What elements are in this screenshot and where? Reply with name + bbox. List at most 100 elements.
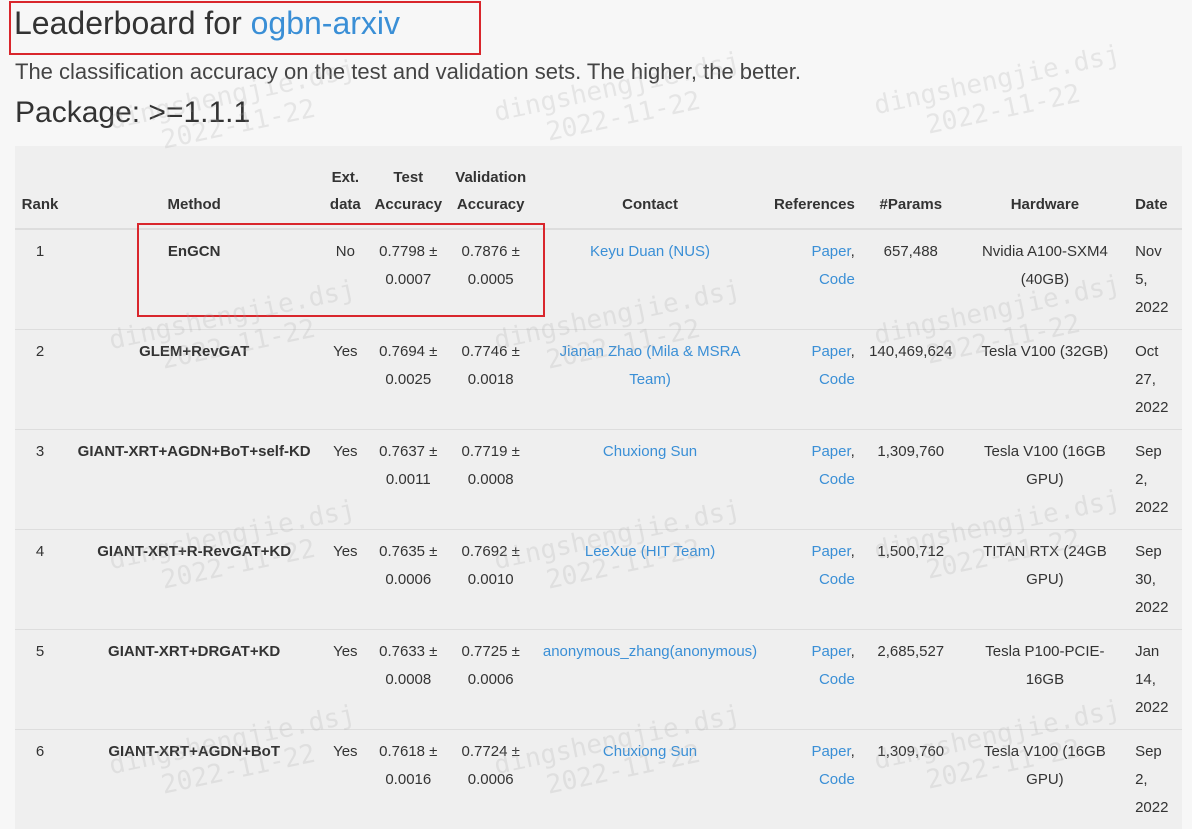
date-cell: Sep 2, 2022 [1129, 428, 1182, 529]
rank-cell: 6 [15, 728, 65, 829]
references-cell: Paper, Code [767, 528, 861, 629]
table-row: 2 GLEM+RevGAT Yes 0.7694 ±0.0025 0.7746 … [15, 328, 1182, 429]
package-version: Package: >=1.1.1 [15, 96, 251, 129]
rank-cell: 3 [15, 428, 65, 529]
hardware-cell: Nvidia A100-SXM4 (40GB) [960, 228, 1130, 329]
validation-accuracy-cell: 0.7724 ±0.0006 [449, 728, 533, 829]
test-accuracy-cell: 0.7618 ±0.0016 [367, 728, 450, 829]
date-cell: Sep 2, 2022 [1129, 728, 1182, 829]
contact-link[interactable]: Keyu Duan (NUS) [590, 243, 710, 260]
code-link[interactable]: Code [819, 471, 855, 488]
date-cell: Jan 14, 2022 [1129, 628, 1182, 729]
method-cell: GIANT-XRT+DRGAT+KD [64, 628, 324, 729]
params-cell: 1,309,760 [860, 428, 961, 529]
validation-accuracy-cell: 0.7746 ±0.0018 [449, 328, 533, 429]
contact-cell: Jianan Zhao (Mila & MSRA Team) [532, 328, 768, 429]
contact-cell: LeeXue (HIT Team) [532, 528, 768, 629]
method-cell: GLEM+RevGAT [64, 328, 324, 429]
validation-accuracy-cell: 0.7719 ±0.0008 [449, 428, 533, 529]
params-cell: 2,685,527 [860, 628, 961, 729]
method-cell: GIANT-XRT+R-RevGAT+KD [64, 528, 324, 629]
date-cell: Nov 5, 2022 [1129, 228, 1182, 329]
paper-link[interactable]: Paper [811, 643, 850, 660]
references-cell: Paper, Code [767, 428, 861, 529]
contact-link[interactable]: LeeXue (HIT Team) [585, 543, 715, 560]
contact-link[interactable]: Jianan Zhao (Mila & MSRA Team) [560, 343, 741, 388]
params-cell: 657,488 [860, 228, 961, 329]
hardware-cell: Tesla V100 (32GB) [960, 328, 1130, 429]
rank-cell: 5 [15, 628, 65, 729]
validation-accuracy-cell: 0.7725 ±0.0006 [449, 628, 533, 729]
ext-data-cell: Yes [323, 728, 368, 829]
code-link[interactable]: Code [819, 671, 855, 688]
code-link[interactable]: Code [819, 271, 855, 288]
table-row: 4 GIANT-XRT+R-RevGAT+KD Yes 0.7635 ±0.00… [15, 528, 1182, 629]
references-cell: Paper, Code [767, 728, 861, 829]
params-cell: 140,469,624 [860, 328, 961, 429]
hardware-cell: TITAN RTX (24GB GPU) [960, 528, 1130, 629]
paper-link[interactable]: Paper [811, 743, 850, 760]
contact-link[interactable]: Chuxiong Sun [603, 743, 697, 760]
method-cell: GIANT-XRT+AGDN+BoT [64, 728, 324, 829]
paper-link[interactable]: Paper [811, 343, 850, 360]
ext-data-cell: Yes [323, 528, 368, 629]
table-row: 3 GIANT-XRT+AGDN+BoT+self-KD Yes 0.7637 … [15, 428, 1182, 529]
code-link[interactable]: Code [819, 771, 855, 788]
contact-link[interactable]: Chuxiong Sun [603, 443, 697, 460]
ext-data-cell: No [323, 228, 368, 329]
test-accuracy-cell: 0.7694 ±0.0025 [367, 328, 450, 429]
test-accuracy-cell: 0.7633 ±0.0008 [367, 628, 450, 729]
contact-cell: Keyu Duan (NUS) [532, 228, 768, 329]
method-cell: GIANT-XRT+AGDN+BoT+self-KD [64, 428, 324, 529]
col-validation-accuracy: Validation Accuracy [449, 146, 533, 230]
code-link[interactable]: Code [819, 371, 855, 388]
col-hardware: Hardware [960, 146, 1130, 230]
table-row: 5 GIANT-XRT+DRGAT+KD Yes 0.7633 ±0.0008 … [15, 628, 1182, 729]
col-test-accuracy: Test Accuracy [367, 146, 450, 230]
hardware-cell: Tesla P100-PCIE-16GB [960, 628, 1130, 729]
test-accuracy-cell: 0.7798 ±0.0007 [367, 228, 450, 329]
paper-link[interactable]: Paper [811, 443, 850, 460]
watermark: dingshengjie.dsj 2022-11-22 [871, 39, 1123, 141]
col-rank: Rank [15, 146, 65, 230]
table-header-row: Rank Method Ext. data Test Accuracy Valida… [15, 146, 1182, 230]
references-cell: Paper, Code [767, 228, 861, 329]
code-link[interactable]: Code [819, 571, 855, 588]
method-cell: EnGCN [64, 228, 324, 329]
col-contact: Contact [532, 146, 768, 230]
leaderboard-table: Rank Method Ext. data Test Accuracy Valida… [15, 146, 1182, 829]
test-accuracy-cell: 0.7635 ±0.0006 [367, 528, 450, 629]
col-params: #Params [860, 146, 961, 230]
references-cell: Paper, Code [767, 628, 861, 729]
col-method: Method [64, 146, 324, 230]
contact-link[interactable]: anonymous_zhang(anonymous) [543, 643, 757, 660]
title-highlight-box [9, 1, 481, 55]
table-row: 1 EnGCN No 0.7798 ±0.0007 0.7876 ±0.0005… [15, 228, 1182, 329]
rank-cell: 2 [15, 328, 65, 429]
table-row: 6 GIANT-XRT+AGDN+BoT Yes 0.7618 ±0.0016 … [15, 728, 1182, 829]
paper-link[interactable]: Paper [811, 543, 850, 560]
col-ext-data: Ext. data [323, 146, 368, 230]
ext-data-cell: Yes [323, 428, 368, 529]
test-accuracy-cell: 0.7637 ±0.0011 [367, 428, 450, 529]
contact-cell: Chuxiong Sun [532, 428, 768, 529]
references-cell: Paper, Code [767, 328, 861, 429]
validation-accuracy-cell: 0.7876 ±0.0005 [449, 228, 533, 329]
hardware-cell: Tesla V100 (16GB GPU) [960, 728, 1130, 829]
params-cell: 1,500,712 [860, 528, 961, 629]
ext-data-cell: Yes [323, 328, 368, 429]
date-cell: Sep 30, 2022 [1129, 528, 1182, 629]
contact-cell: anonymous_zhang(anonymous) [532, 628, 768, 729]
date-cell: Oct 27, 2022 [1129, 328, 1182, 429]
page-subtitle: The classification accuracy on the test … [15, 59, 801, 84]
params-cell: 1,309,760 [860, 728, 961, 829]
paper-link[interactable]: Paper [811, 243, 850, 260]
rank-cell: 1 [15, 228, 65, 329]
col-date: Date [1129, 146, 1182, 230]
validation-accuracy-cell: 0.7692 ±0.0010 [449, 528, 533, 629]
ext-data-cell: Yes [323, 628, 368, 729]
col-references: References [767, 146, 861, 230]
contact-cell: Chuxiong Sun [532, 728, 768, 829]
rank-cell: 4 [15, 528, 65, 629]
hardware-cell: Tesla V100 (16GB GPU) [960, 428, 1130, 529]
